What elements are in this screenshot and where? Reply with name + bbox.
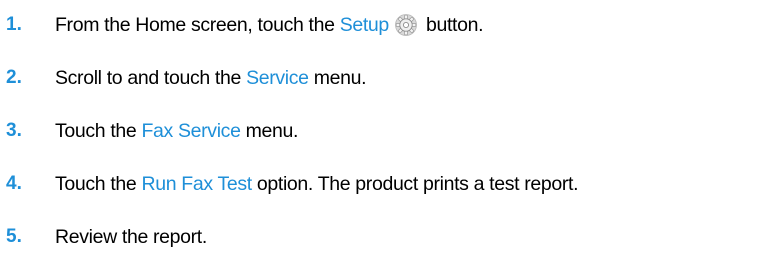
step-text: From the Home screen, touch the Setup bu… [55, 13, 484, 37]
step-text-before: Scroll to and touch the [55, 66, 247, 89]
step-text-before: Touch the [55, 119, 142, 142]
step-number: 4. [6, 173, 22, 194]
step-text-after: menu. [240, 119, 299, 142]
step-number: 3. [6, 120, 22, 141]
setup-term: Setup [339, 13, 390, 36]
run-fax-test-term: Run Fax Test [141, 172, 252, 195]
step-number: 1. [6, 14, 22, 35]
step-text: Review the report. [55, 226, 207, 249]
step-text: Touch the Run Fax Test option. The produ… [55, 172, 579, 196]
step-text: Scroll to and touch the Service menu. [55, 66, 367, 90]
step-text-before: From the Home screen, touch the [55, 13, 340, 36]
step-text-before: Touch the [55, 172, 142, 195]
step-text: Touch the Fax Service menu. [55, 120, 298, 143]
step-text-after: button. [420, 13, 484, 36]
step-text-after: menu. [308, 66, 367, 89]
instruction-steps: 1. From the Home screen, touch the Setup [0, 0, 764, 267]
fax-service-term: Fax Service [141, 119, 241, 142]
step-text-full: Review the report. [55, 225, 207, 248]
service-term: Service [246, 66, 309, 89]
step-number: 2. [6, 67, 22, 88]
step-text-after: option. The product prints a test report… [251, 172, 579, 195]
gear-icon [395, 14, 417, 36]
step-number: 5. [6, 226, 22, 247]
